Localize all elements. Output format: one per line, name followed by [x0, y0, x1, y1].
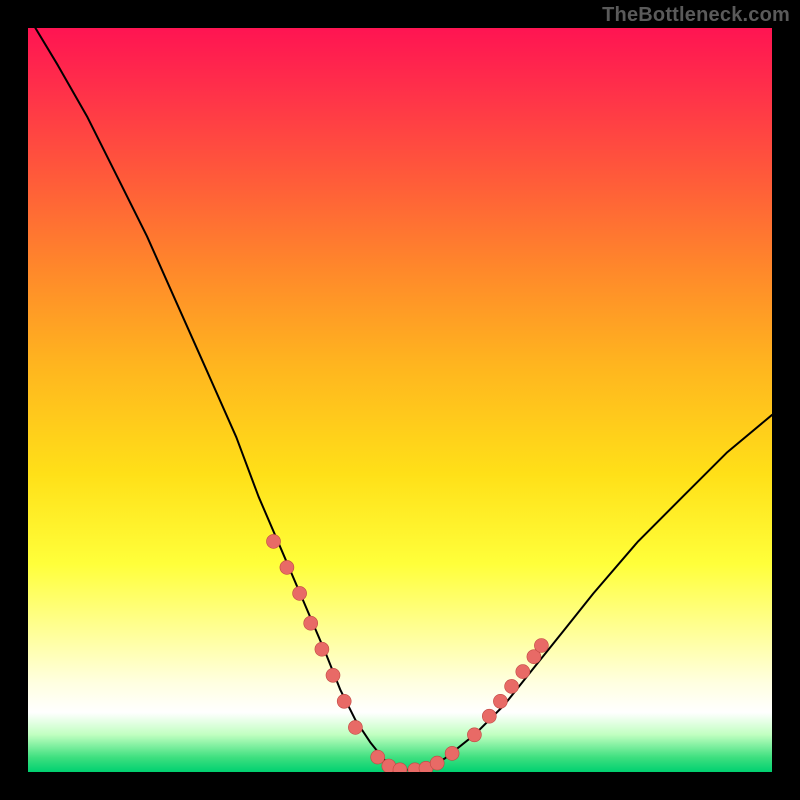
plot-gradient-background — [28, 28, 772, 772]
watermark-text: TheBottleneck.com — [602, 4, 790, 27]
chart-container — [28, 28, 772, 772]
